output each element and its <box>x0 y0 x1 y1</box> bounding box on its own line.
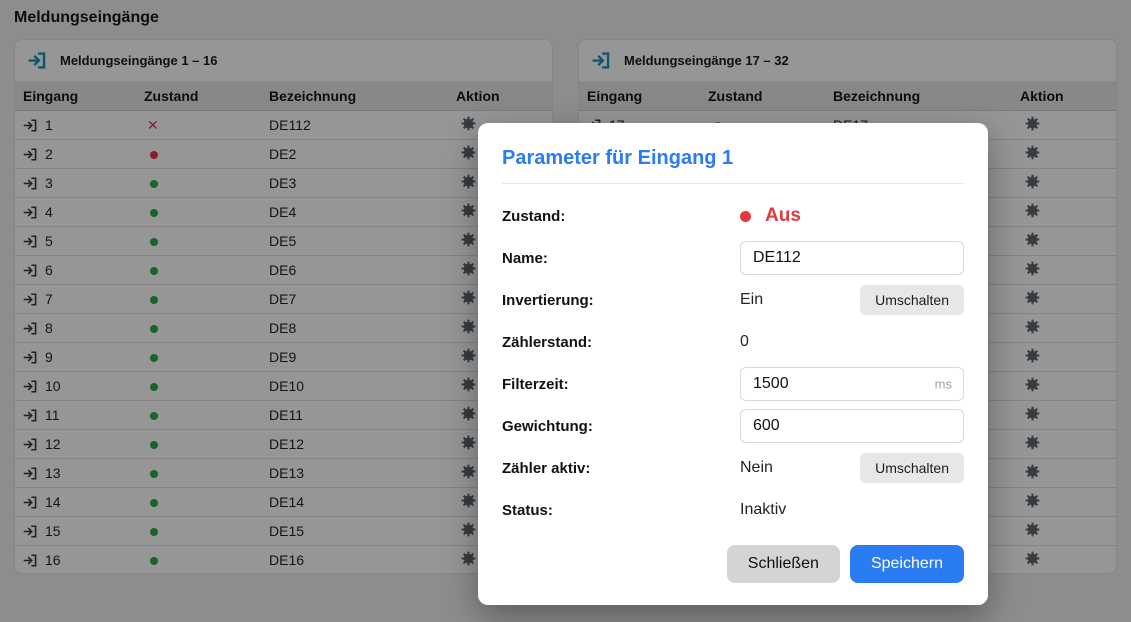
dialog-footer: Schließen Speichern <box>502 545 964 583</box>
close-button[interactable]: Schließen <box>727 545 840 583</box>
field-filterzeit: Filterzeit: ms <box>502 367 964 401</box>
field-label: Name: <box>502 250 740 267</box>
field-label: Zählerstand: <box>502 334 740 351</box>
field-label: Zustand: <box>502 208 740 225</box>
field-label: Zähler aktiv: <box>502 460 740 477</box>
filterzeit-input[interactable] <box>740 367 964 401</box>
zaehlerstand-value: 0 <box>740 333 749 351</box>
field-name: Name: <box>502 241 964 275</box>
dialog-title: Parameter für Eingang 1 <box>502 147 964 170</box>
invertierung-value: Ein <box>740 291 763 309</box>
filterzeit-unit: ms <box>935 377 952 392</box>
state-dot-icon <box>740 211 751 222</box>
field-label: Filterzeit: <box>502 376 740 393</box>
field-gewichtung: Gewichtung: <box>502 409 964 443</box>
field-zaehlerstand: Zählerstand: 0 <box>502 325 964 359</box>
field-zustand: Zustand: Aus <box>502 199 964 233</box>
zaehler-aktiv-toggle-button[interactable]: Umschalten <box>860 453 964 483</box>
state-value: Aus <box>765 205 801 227</box>
field-status: Status: Inaktiv <box>502 493 964 527</box>
zaehler-aktiv-value: Nein <box>740 459 773 477</box>
name-input[interactable] <box>740 241 964 275</box>
field-zaehler-aktiv: Zähler aktiv: Nein Umschalten <box>502 451 964 485</box>
status-value: Inaktiv <box>740 501 786 519</box>
save-button[interactable]: Speichern <box>850 545 964 583</box>
invertierung-toggle-button[interactable]: Umschalten <box>860 285 964 315</box>
field-invertierung: Invertierung: Ein Umschalten <box>502 283 964 317</box>
field-label: Invertierung: <box>502 292 740 309</box>
gewichtung-input[interactable] <box>740 409 964 443</box>
divider <box>502 183 964 184</box>
parameter-dialog: Parameter für Eingang 1 Zustand: Aus Nam… <box>478 123 988 605</box>
field-label: Gewichtung: <box>502 418 740 435</box>
field-label: Status: <box>502 502 740 519</box>
